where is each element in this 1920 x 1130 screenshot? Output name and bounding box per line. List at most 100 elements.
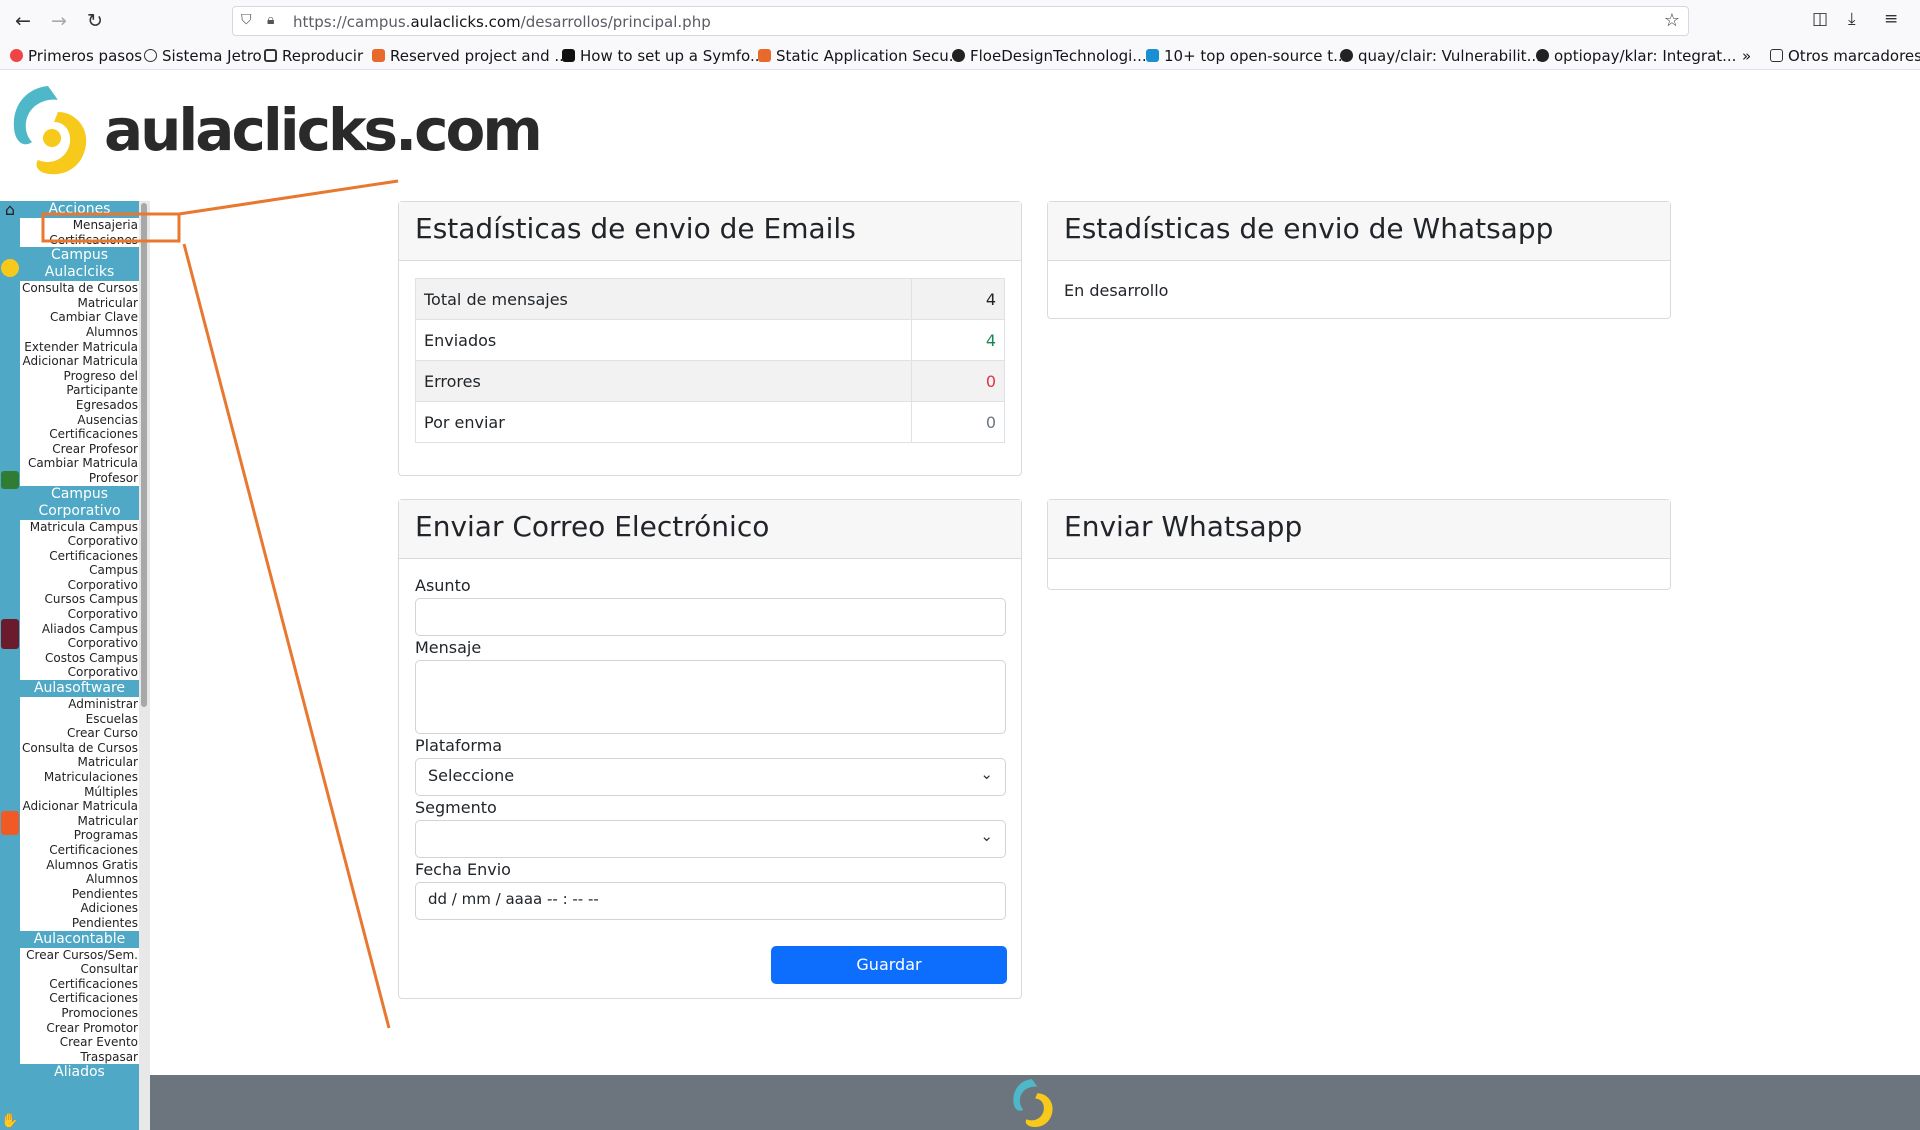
sidebar-item[interactable]: Matricular — [20, 755, 139, 770]
sidebar-item[interactable]: Corporativo — [20, 607, 139, 622]
sidebar-item[interactable]: Certificaciones — [20, 977, 139, 992]
sidebar-item[interactable]: Traspasar — [20, 1050, 139, 1065]
bookmark-item[interactable]: optiopay/klar: Integrat... — [1536, 47, 1736, 65]
bookmark-item[interactable]: 10+ top open-source t... — [1146, 47, 1347, 65]
sidebar-item[interactable]: Aliados Campus — [20, 622, 139, 637]
forward-icon[interactable]: → — [46, 9, 72, 33]
sidebar-scrollbar-thumb[interactable] — [141, 203, 147, 707]
sidebar-item[interactable]: Certificaciones — [20, 549, 139, 564]
stats-label: Enviados — [415, 319, 912, 361]
sidebar-item[interactable]: Matricula Campus — [20, 520, 139, 535]
sidebar-item[interactable]: Matriculaciones — [20, 770, 139, 785]
sidebar-item[interactable]: Matricular — [20, 296, 139, 311]
aulacontable-icon[interactable] — [1, 811, 19, 835]
sidebar-item[interactable]: Múltiples — [20, 785, 139, 800]
sidebar-item[interactable]: Mensajeria — [20, 218, 139, 233]
sidebar-item[interactable]: Cursos Campus — [20, 592, 139, 607]
download-icon[interactable]: ⤓ — [1848, 9, 1856, 29]
sidebar-item[interactable]: Profesor — [20, 471, 139, 486]
bookmark-star-icon[interactable]: ☆ — [1664, 10, 1680, 31]
sidebar-item[interactable]: Ausencias — [20, 413, 139, 428]
bookmark-item[interactable]: Reserved project and ... — [372, 47, 569, 65]
bookmark-item[interactable]: FloeDesignTechnologi... — [952, 47, 1147, 65]
aulaclicks-logo-icon — [13, 86, 87, 175]
sidebar-item[interactable]: Alumnos Gratis — [20, 858, 139, 873]
sidebar-section-heading[interactable]: Aulacontable — [20, 930, 139, 948]
sidebar-item[interactable]: Crear Profesor — [20, 442, 139, 457]
other-bookmarks[interactable]: Otros marcadores — [1770, 47, 1920, 65]
sidebar-item[interactable]: Certificaciones — [20, 233, 139, 248]
sidebar-item[interactable]: Consultar — [20, 962, 139, 977]
sidebar-item[interactable]: Alumnos — [20, 325, 139, 340]
pocket-icon[interactable]: ◫ — [1812, 9, 1828, 29]
sidebar-item[interactable]: Certificaciones — [20, 843, 139, 858]
sidebar-item[interactable]: Administrar Escuelas — [20, 697, 139, 726]
campus-corporativo-icon[interactable] — [1, 471, 19, 489]
sidebar-section-heading[interactable]: Aulasoftware — [20, 680, 139, 698]
stats-row: Errores 0 — [415, 360, 1005, 402]
bookmark-item[interactable]: How to set up a Symfo... — [562, 47, 764, 65]
back-icon[interactable]: ← — [10, 9, 36, 33]
sidebar-item[interactable]: Adiciones Pendientes — [20, 901, 139, 930]
annotation-arrow-line — [182, 243, 391, 1029]
sidebar-item[interactable]: Campus Corporativo — [20, 563, 139, 592]
mensaje-textarea[interactable] — [415, 660, 1006, 734]
sidebar-item[interactable]: Consulta de Cursos — [20, 281, 139, 296]
plataforma-select[interactable]: Seleccione ⌄ — [415, 758, 1006, 796]
sidebar-item[interactable]: Cambiar Matricula — [20, 456, 139, 471]
sidebar-item[interactable]: Corporativo — [20, 534, 139, 549]
plataforma-select-value: Seleccione — [428, 766, 515, 785]
sidebar-item[interactable]: Matricular Programas — [20, 814, 139, 843]
sidebar-item[interactable]: Progreso del — [20, 369, 139, 384]
sidebar-section-heading[interactable]: Campus Corporativo — [20, 485, 139, 520]
sidebar-item[interactable]: Adicionar Matricula — [20, 354, 139, 369]
reload-icon[interactable]: ↻ — [82, 9, 108, 33]
sidebar-section-heading[interactable]: Acciones — [20, 201, 139, 218]
sidebar-item[interactable]: Egresados — [20, 398, 139, 413]
shield-icon[interactable]: ⛉ — [241, 12, 252, 28]
sidebar-item[interactable]: Participante — [20, 383, 139, 398]
bookmark-item[interactable]: Reproducir — [264, 47, 363, 65]
sidebar-item[interactable]: Certificaciones — [20, 427, 139, 442]
guardar-button[interactable]: Guardar — [771, 946, 1007, 984]
sidebar-section-heading[interactable]: Aliados — [20, 1064, 139, 1082]
sidebar-section-heading[interactable]: Campus Aulaclciks — [20, 247, 139, 282]
sidebar-item[interactable]: Crear Evento — [20, 1035, 139, 1050]
sidebar-item[interactable]: Certificaciones — [20, 991, 139, 1006]
menu-icon[interactable]: ≡ — [1884, 9, 1898, 29]
more-bookmarks-icon[interactable]: » — [1742, 47, 1751, 65]
sidebar-item[interactable]: Cambiar Clave — [20, 310, 139, 325]
sidebar-menu: Acciones Mensajeria Certificaciones Campus … — [20, 201, 139, 1082]
sidebar-item[interactable]: Alumnos Pendientes — [20, 872, 139, 901]
email-stats-title: Estadísticas de envio de Emails — [399, 202, 1021, 261]
bookmark-item[interactable]: Primeros pasos — [10, 47, 142, 65]
sidebar-item[interactable]: Adicionar Matricula — [20, 799, 139, 814]
bookmarks-bar: Primeros pasos Sistema Jetro Reproducir … — [0, 42, 1920, 70]
bookmark-item[interactable]: Sistema Jetro — [144, 47, 262, 65]
sidebar-item[interactable]: Extender Matricula — [20, 340, 139, 355]
lock-icon[interactable]: 🔒︎ — [267, 12, 274, 28]
home-icon[interactable]: ⌂ — [1, 201, 19, 219]
sidebar-item[interactable]: Promociones — [20, 1006, 139, 1021]
sidebar-item[interactable]: Crear Curso — [20, 726, 139, 741]
sidebar-item[interactable]: Crear Cursos/Sem. — [20, 948, 139, 963]
sidebar-item[interactable]: Corporativo — [20, 636, 139, 651]
url-bar[interactable]: ⛉ 🔒︎ https://campus.aulaclicks.com/desar… — [232, 6, 1689, 36]
sidebar-item[interactable]: Crear Promotor — [20, 1021, 139, 1036]
whatsapp-form-title: Enviar Whatsapp — [1048, 500, 1670, 559]
bookmark-item[interactable]: quay/clair: Vulnerabilit... — [1340, 47, 1541, 65]
sidebar-item[interactable]: Corporativo — [20, 665, 139, 680]
sidebar-item[interactable]: Consulta de Cursos — [20, 741, 139, 756]
segmento-select[interactable]: ⌄ — [415, 820, 1006, 858]
url-text[interactable]: https://campus.aulaclicks.com/desarrollo… — [293, 13, 711, 31]
fecha-envio-input[interactable]: dd / mm / aaaa -- : -- -- — [415, 882, 1006, 920]
aliados-icon[interactable]: ✋ — [1, 1113, 19, 1130]
stats-value: 4 — [911, 278, 1005, 320]
aulaclicks-icon[interactable] — [1, 259, 19, 277]
page: aulaclicks.com Acciones Mensajeria Certifi… — [0, 70, 1920, 1130]
sidebar-item[interactable]: Costos Campus — [20, 651, 139, 666]
sidebar: Acciones Mensajeria Certificaciones Campus … — [0, 201, 150, 1130]
aulasoftware-icon[interactable] — [1, 619, 19, 649]
asunto-input[interactable] — [415, 598, 1006, 636]
bookmark-item[interactable]: Static Application Secu... — [758, 47, 963, 65]
